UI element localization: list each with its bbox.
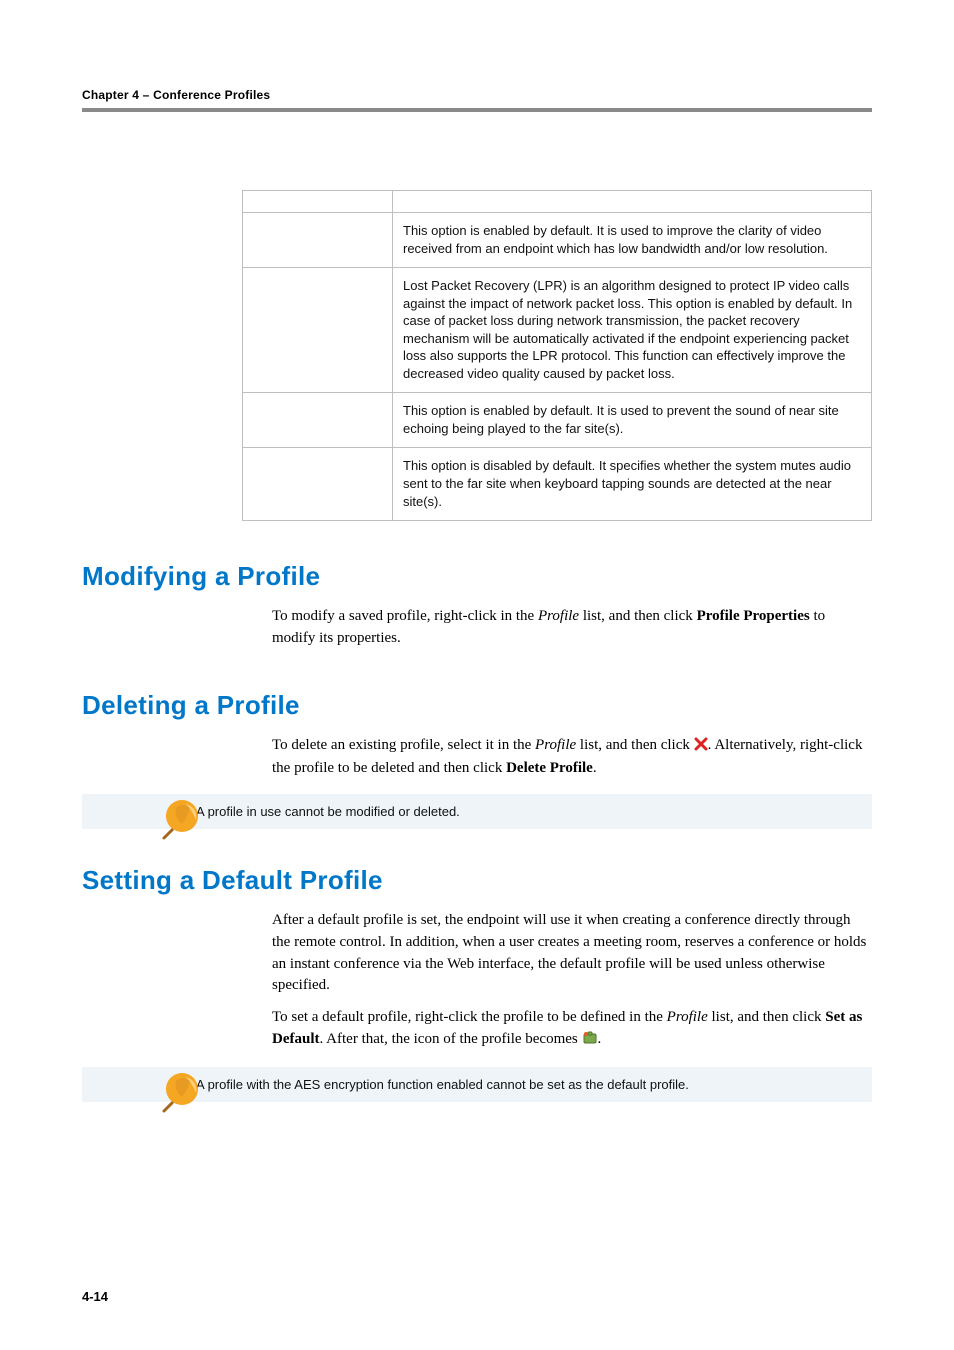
text-bold: Delete Profile (506, 760, 593, 776)
note-pin-icon (158, 1067, 206, 1120)
note-text: A profile in use cannot be modified or d… (196, 804, 460, 819)
default-paragraph-1: After a default profile is set, the endp… (272, 910, 870, 997)
option-desc: This option is disabled by default. It s… (393, 448, 872, 521)
text: . After that, the icon of the profile be… (320, 1031, 582, 1047)
header-rule (82, 108, 872, 112)
delete-paragraph: To delete an existing profile, select it… (272, 735, 870, 781)
text: To set a default profile, right-click th… (272, 1009, 667, 1025)
table-header-col2 (393, 191, 872, 213)
heading-default: Setting a Default Profile (82, 865, 872, 896)
text-italic: Profile (535, 737, 576, 753)
text-italic: Profile (538, 608, 579, 624)
note-text: A profile with the AES encryption functi… (196, 1077, 689, 1092)
option-label (243, 393, 393, 448)
option-label (243, 448, 393, 521)
heading-modifying: Modifying a Profile (82, 561, 872, 592)
default-profile-icon (582, 1031, 598, 1053)
text-bold: Profile Properties (697, 608, 810, 624)
page-number: 4-14 (82, 1289, 108, 1304)
running-header: Chapter 4 – Conference Profiles (82, 88, 872, 102)
text: . (593, 760, 597, 776)
option-desc: This option is enabled by default. It is… (393, 393, 872, 448)
option-label (243, 268, 393, 393)
text: . (598, 1031, 602, 1047)
text-italic: Profile (667, 1009, 708, 1025)
option-desc: This option is enabled by default. It is… (393, 213, 872, 268)
text: list, and then click (579, 608, 696, 624)
note-pin-icon (158, 794, 206, 847)
option-label (243, 213, 393, 268)
table-row: This option is enabled by default. It is… (243, 213, 872, 268)
default-paragraph-2: To set a default profile, right-click th… (272, 1007, 870, 1053)
heading-deleting: Deleting a Profile (82, 690, 872, 721)
delete-x-icon (694, 737, 708, 759)
table-row: This option is enabled by default. It is… (243, 393, 872, 448)
table-row: Lost Packet Recovery (LPR) is an algorit… (243, 268, 872, 393)
text: To delete an existing profile, select it… (272, 737, 535, 753)
text: To modify a saved profile, right-click i… (272, 608, 538, 624)
table-row: This option is disabled by default. It s… (243, 448, 872, 521)
option-desc: Lost Packet Recovery (LPR) is an algorit… (393, 268, 872, 393)
text: list, and then click (576, 737, 693, 753)
table-header-col1 (243, 191, 393, 213)
text: list, and then click (708, 1009, 825, 1025)
options-table: This option is enabled by default. It is… (242, 190, 872, 521)
modify-paragraph: To modify a saved profile, right-click i… (272, 606, 870, 650)
